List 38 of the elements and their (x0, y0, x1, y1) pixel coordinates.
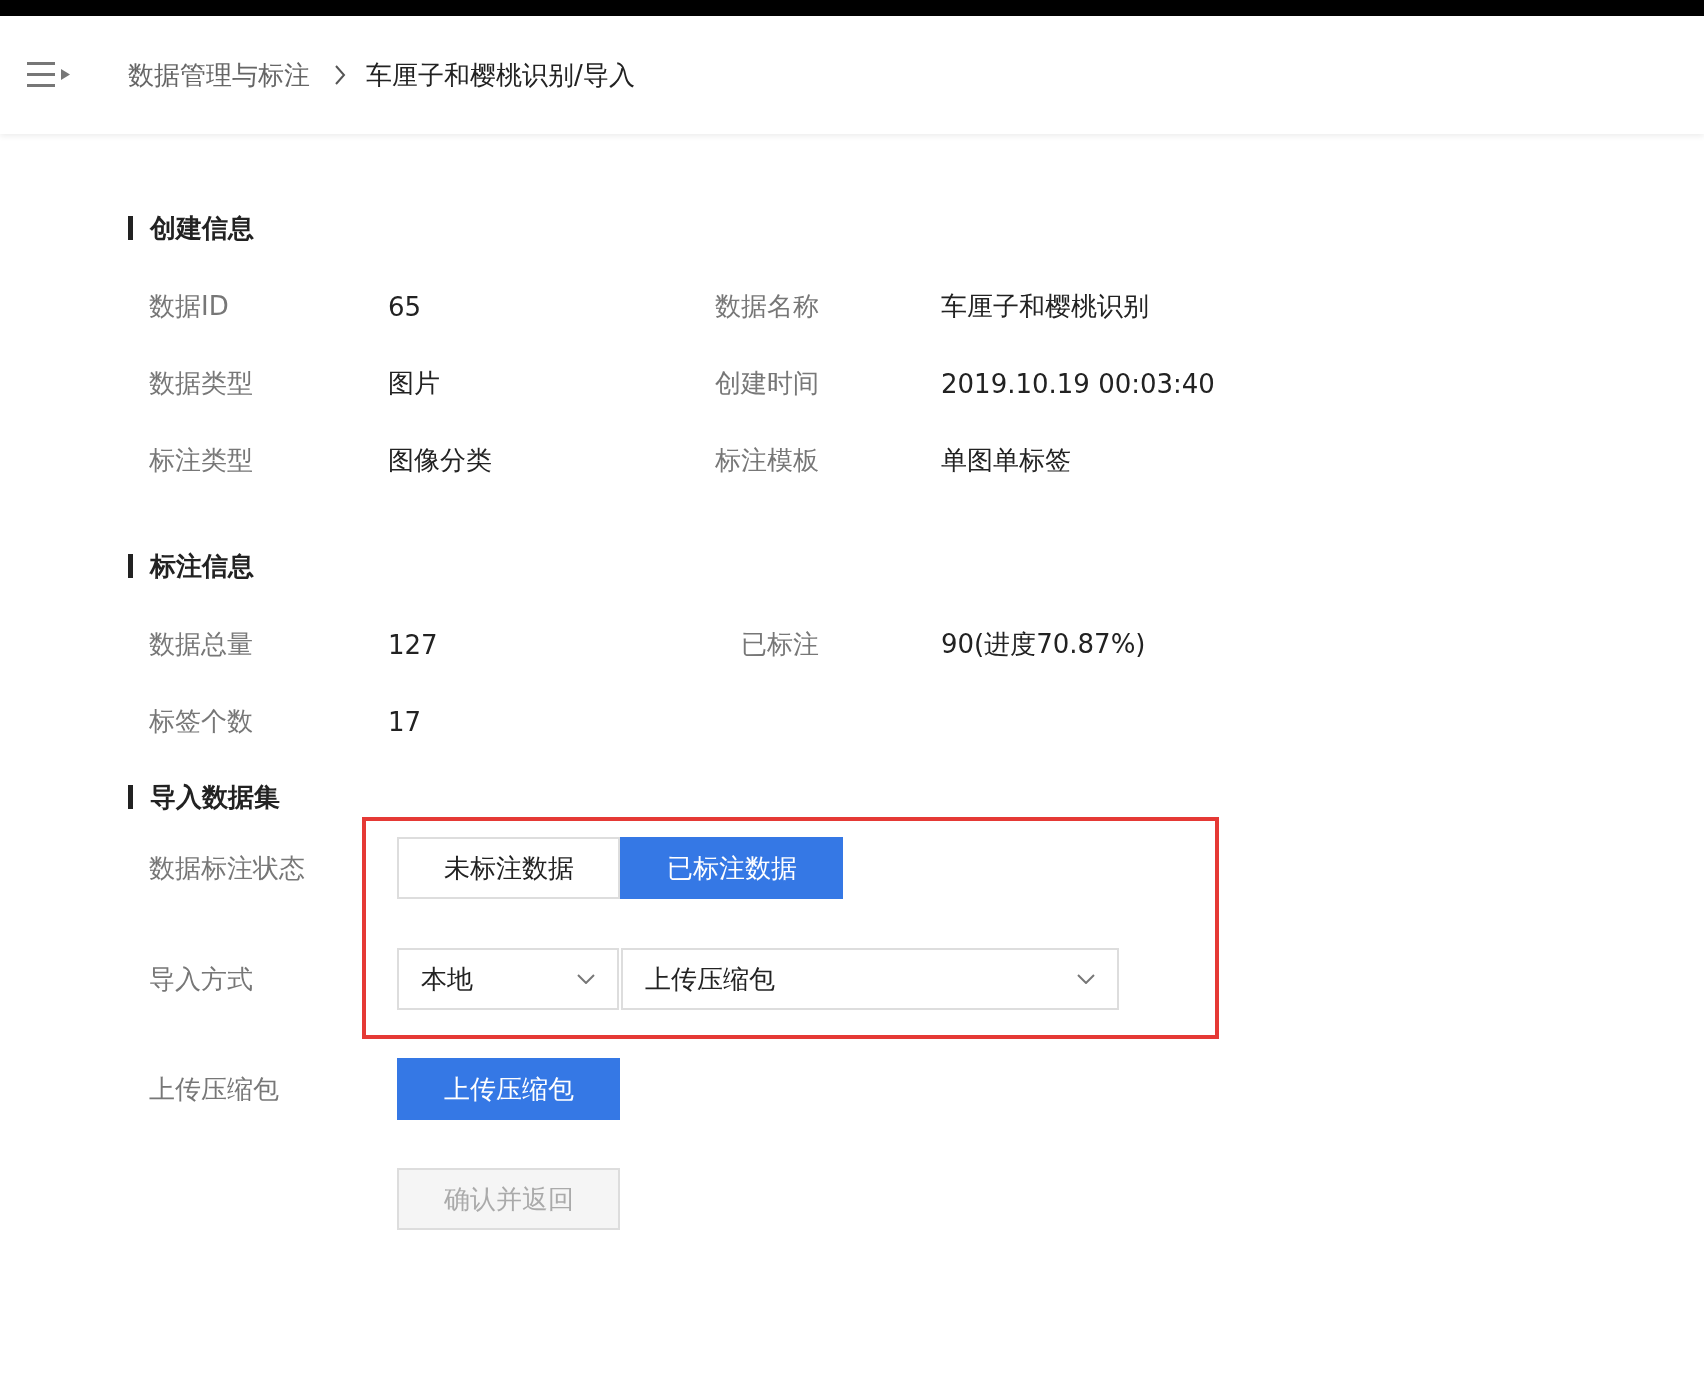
section-title: 导入数据集 (150, 780, 280, 814)
field-value: 127 (388, 629, 439, 660)
toggle-option[interactable]: 已标注数据 (620, 837, 843, 899)
breadcrumb-item[interactable]: 数据管理与标注 (128, 57, 310, 93)
field-value: 单图单标签 (941, 444, 1072, 477)
field-value: 车厘子和樱桃识别 (941, 290, 1150, 323)
chevron-down-icon (1077, 974, 1095, 984)
menu-icon[interactable] (27, 61, 71, 89)
field-value: 65 (388, 291, 423, 322)
field-value: 图像分类 (388, 444, 493, 477)
field-label: 创建时间 (714, 367, 819, 400)
field-value: 17 (388, 706, 423, 737)
field-label: 数据总量 (149, 628, 254, 661)
toggle-option[interactable]: 未标注数据 (397, 837, 620, 899)
type-select[interactable]: 上传压缩包 (621, 948, 1119, 1010)
source-select[interactable]: 本地 (397, 948, 619, 1010)
field-value: 图片 (388, 367, 441, 400)
field-value: 90(进度70.87%) (941, 628, 1147, 661)
field-value: 2019.10.19 00:03:40 (941, 368, 1216, 399)
field-label: 数据名称 (714, 290, 819, 323)
section-marker (128, 785, 133, 809)
field-label: 数据类型 (149, 367, 254, 400)
field-label: 标注模板 (714, 444, 819, 477)
chevron-right-icon (334, 64, 346, 86)
field-label: 标注类型 (149, 444, 254, 477)
field-label: 导入方式 (149, 962, 254, 996)
section-title: 创建信息 (150, 211, 254, 245)
section-marker (128, 554, 133, 578)
field-label: 数据ID (149, 290, 230, 323)
section-marker (128, 216, 133, 240)
field-label: 已标注 (740, 628, 819, 661)
chevron-down-icon (577, 974, 595, 984)
upload-button[interactable]: 上传压缩包 (397, 1058, 620, 1120)
section-title: 标注信息 (150, 549, 254, 583)
field-label: 数据标注状态 (149, 851, 306, 885)
field-label: 上传压缩包 (149, 1072, 280, 1106)
field-label: 标签个数 (149, 705, 254, 738)
breadcrumb-item: 车厘子和樱桃识别/导入 (366, 58, 635, 92)
